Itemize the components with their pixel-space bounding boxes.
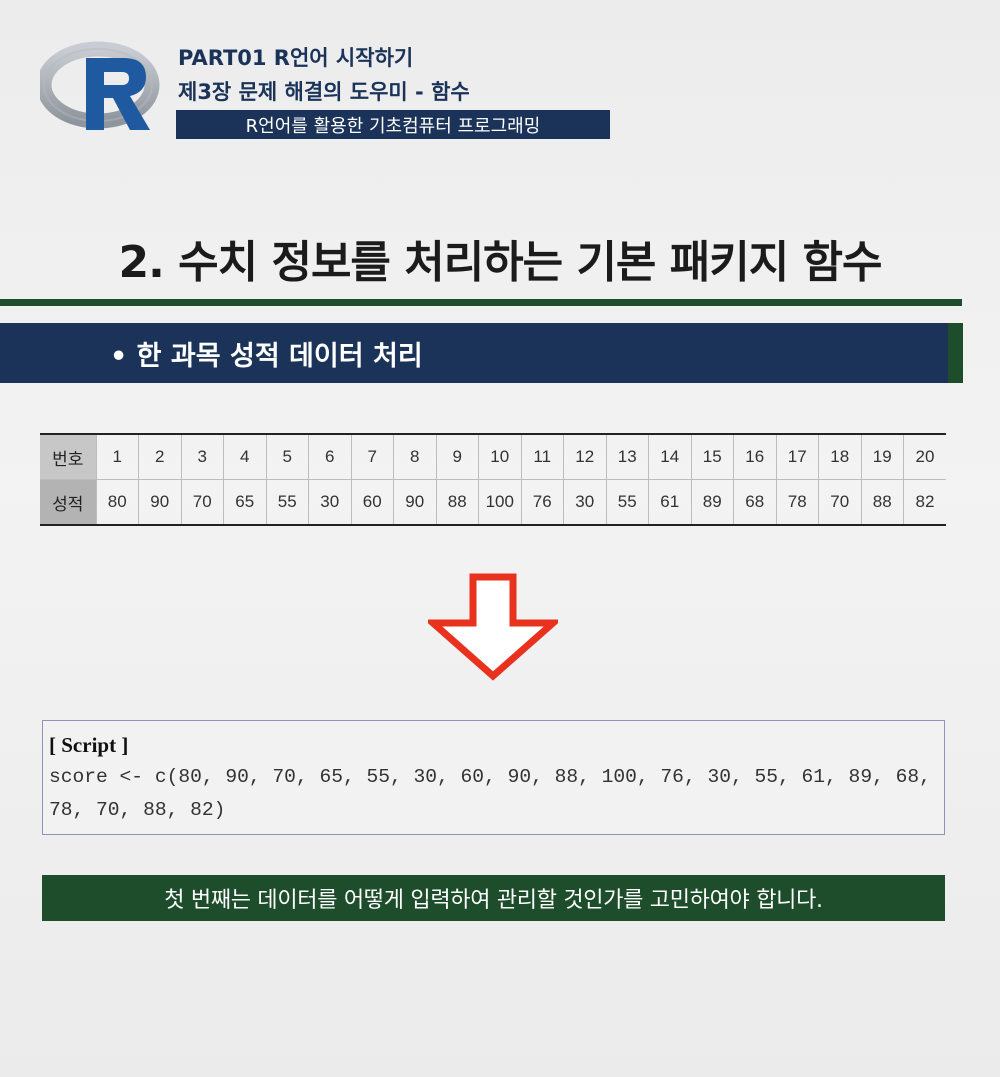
number-cell: 6 — [308, 434, 351, 480]
number-cell: 16 — [733, 434, 776, 480]
number-cell: 1 — [95, 434, 139, 480]
score-cell: 30 — [563, 479, 606, 525]
caption-bar: 첫 번째는 데이터를 어떻게 입력하여 관리할 것인가를 고민하여야 합니다. — [42, 875, 945, 921]
script-box: [ Script ] score <- c(80, 90, 70, 65, 55… — [42, 720, 945, 835]
number-cell: 9 — [435, 434, 479, 480]
part-title: PART01 R언어 시작하기 — [178, 46, 414, 70]
number-cell: 15 — [690, 434, 734, 480]
score-table: 번호 1 2 3 4 5 6 7 8 9 10 11 12 13 14 15 16 17 18 19 20 성적 80… — [40, 433, 946, 526]
score-cell: 89 — [690, 479, 734, 525]
number-cell: 7 — [350, 434, 394, 480]
book-title-banner: R언어를 활용한 기초컴퓨터 프로그래밍 — [176, 110, 610, 139]
number-cell: 12 — [563, 434, 606, 480]
number-cell: 17 — [775, 434, 819, 480]
score-cell: 100 — [478, 479, 521, 525]
score-cell: 60 — [350, 479, 394, 525]
number-cell: 5 — [265, 434, 309, 480]
score-row: 성적 80 90 70 65 55 30 60 90 88 100 76 30 55 61 89 68 78 70… — [40, 479, 946, 525]
script-code: score <- c(80, 90, 70, 65, 55, 30, 60, 9… — [49, 766, 943, 821]
number-cell: 14 — [648, 434, 691, 480]
number-cell: 8 — [393, 434, 436, 480]
down-arrow-icon — [428, 573, 558, 681]
score-cell: 90 — [138, 479, 181, 525]
section-accent — [948, 323, 963, 383]
score-cell: 70 — [818, 479, 861, 525]
score-cell: 55 — [605, 479, 649, 525]
page-title: 2. 수치 정보를 처리하는 기본 패키지 함수 — [118, 237, 883, 288]
section-heading: • 한 과목 성적 데이터 처리 — [0, 323, 948, 383]
score-cell: 30 — [308, 479, 351, 525]
number-cell: 4 — [223, 434, 266, 480]
number-cell: 2 — [138, 434, 181, 480]
score-cell: 55 — [265, 479, 309, 525]
score-cell: 90 — [393, 479, 436, 525]
number-row: 번호 1 2 3 4 5 6 7 8 9 10 11 12 13 14 15 16 17 18 19 20 — [40, 434, 946, 480]
script-label: [ Script ] — [49, 733, 129, 757]
score-cell: 76 — [520, 479, 564, 525]
score-cell: 88 — [435, 479, 479, 525]
chapter-title: 제3장 문제 해결의 도우미 - 함수 — [178, 80, 470, 104]
row-header-number: 번호 — [40, 434, 96, 480]
number-cell: 11 — [520, 434, 564, 480]
number-cell: 13 — [605, 434, 649, 480]
score-cell: 80 — [95, 479, 139, 525]
title-divider — [0, 299, 962, 306]
row-header-score: 성적 — [40, 479, 96, 525]
score-cell: 65 — [223, 479, 266, 525]
number-cell: 19 — [860, 434, 904, 480]
score-cell: 70 — [180, 479, 224, 525]
score-cell: 68 — [733, 479, 776, 525]
number-cell: 20 — [903, 434, 946, 480]
score-cell: 88 — [860, 479, 904, 525]
r-logo-icon — [40, 41, 160, 130]
number-cell: 10 — [478, 434, 521, 480]
number-cell: 3 — [180, 434, 224, 480]
score-cell: 82 — [903, 479, 946, 525]
score-cell: 61 — [648, 479, 691, 525]
number-cell: 18 — [818, 434, 861, 480]
score-cell: 78 — [775, 479, 819, 525]
